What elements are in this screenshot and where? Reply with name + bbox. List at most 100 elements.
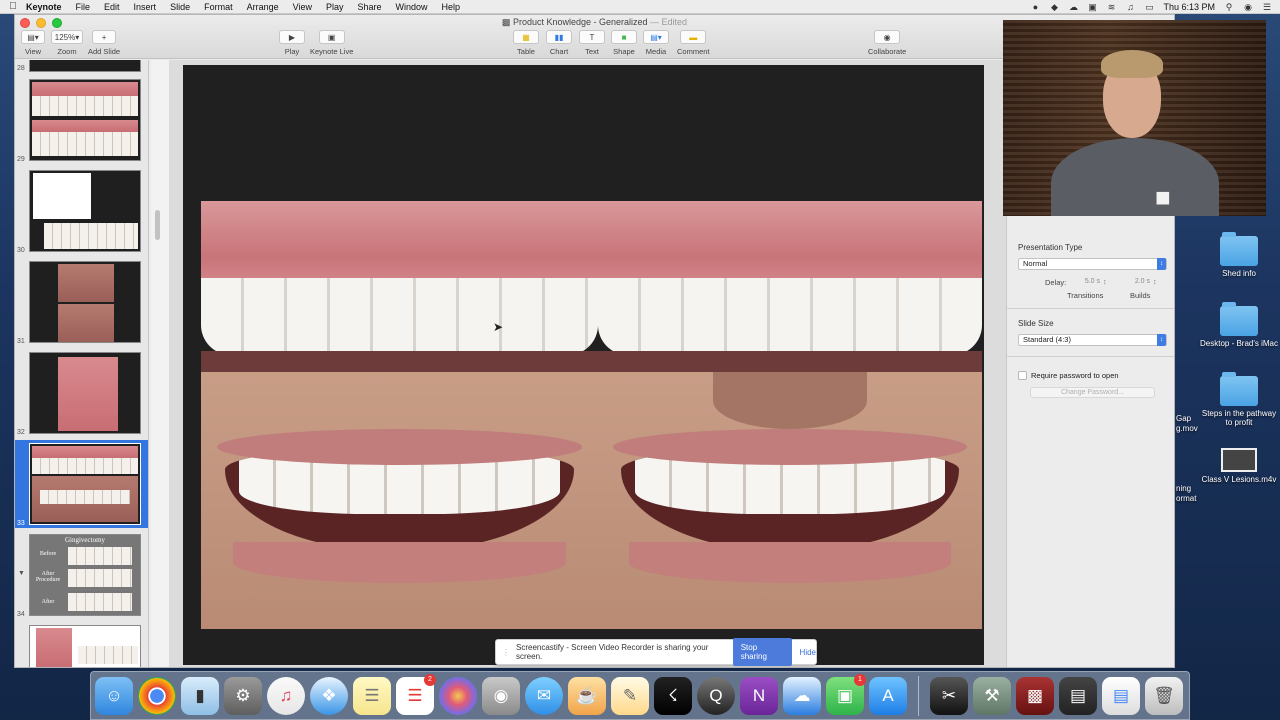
menu-help[interactable]: Help — [442, 2, 461, 12]
spotlight-icon[interactable]: ⚲ — [1224, 2, 1234, 12]
user-icon[interactable]: ◉ — [1243, 2, 1253, 12]
media-tool[interactable]: ▤▾ Media — [643, 30, 669, 56]
final-cut-pro-icon[interactable]: ✂ — [930, 676, 968, 715]
menu-share[interactable]: Share — [358, 2, 382, 12]
partial-desktop-label[interactable]: g.mov — [1176, 424, 1198, 433]
after-teeth-closeup-photo[interactable] — [598, 201, 982, 372]
disclosure-triangle-icon[interactable]: ▼ — [18, 570, 25, 577]
trash-icon[interactable]: 🗑 — [1145, 676, 1183, 715]
apple-icon[interactable]:  — [0, 1, 26, 12]
play-tool[interactable]: ▶ Play — [279, 30, 305, 56]
before-smile-photo[interactable] — [201, 372, 598, 629]
desktop-icon-shed-info[interactable]: Shed info — [1199, 232, 1279, 278]
reminders-icon[interactable]: ☰ 2 — [396, 673, 436, 715]
slide-thumbnail-33[interactable] — [29, 443, 141, 525]
wifi-icon[interactable]: ≋ — [1106, 2, 1116, 12]
desktop-icon-brads-imac[interactable]: Desktop - Brad's iMac — [1199, 302, 1279, 348]
before-teeth-closeup-photo[interactable] — [201, 201, 598, 372]
menu-insert[interactable]: Insert — [134, 2, 157, 12]
notification-center-icon[interactable]: ☰ — [1262, 2, 1272, 12]
slide-thumbnail-32[interactable] — [29, 352, 141, 434]
stop-sharing-button[interactable]: Stop sharing — [732, 638, 792, 666]
slide-size-select[interactable]: Standard (4:3) ↕ — [1018, 334, 1167, 346]
drink-app-icon[interactable]: ☕ — [568, 676, 606, 715]
view-sidebar-icon[interactable]: ▤▾ — [21, 30, 45, 44]
evernote-icon[interactable]: ● — [1030, 2, 1040, 12]
stepper-arrows-icon[interactable]: ↕ — [1153, 277, 1157, 286]
keynote-icon[interactable]: ▮ — [181, 676, 219, 715]
chrome-icon[interactable] — [138, 676, 176, 715]
slide-thumbnail-28[interactable] — [29, 60, 141, 72]
app-store-icon[interactable]: A — [869, 676, 907, 715]
volume-icon[interactable]: ♫ — [1125, 2, 1135, 12]
pages-icon[interactable]: ✎ — [611, 676, 649, 715]
photos-icon[interactable] — [439, 676, 477, 715]
messages-icon[interactable]: ✉ — [525, 676, 563, 715]
display-icon[interactable]: ▣ — [1087, 2, 1097, 12]
current-slide[interactable]: ➤ — [183, 65, 984, 665]
notes-icon[interactable]: ☰ — [353, 676, 391, 715]
comment-tool[interactable]: ▬ Comment — [677, 30, 710, 56]
itunes-icon[interactable]: ♫ — [267, 676, 305, 715]
zoom-select[interactable]: 125% ▾ — [51, 30, 83, 44]
onenote-icon[interactable]: N — [740, 676, 778, 715]
add-slide-icon[interactable]: + — [92, 30, 117, 44]
play-icon[interactable]: ▶ — [279, 30, 305, 44]
table-tool[interactable]: ▦ Table — [513, 30, 539, 56]
require-password-checkbox[interactable] — [1018, 371, 1027, 380]
menu-window[interactable]: Window — [396, 2, 428, 12]
photo-stack-icon[interactable]: ▩ — [1016, 676, 1054, 715]
menu-format[interactable]: Format — [204, 2, 233, 12]
stepper-arrows-icon[interactable]: ↕ — [1103, 277, 1107, 286]
desktop-icon-class-v-lesions[interactable]: Class V Lesions.m4v — [1199, 448, 1279, 484]
onedrive-icon[interactable]: ☁ — [783, 676, 821, 715]
navigator-scrollbar[interactable] — [151, 60, 169, 667]
text-icon[interactable]: T — [579, 30, 605, 44]
keynote-live-icon[interactable]: ▣ — [318, 30, 345, 44]
slide-navigator[interactable]: 28 29 30 31 32 33 ▼ Gingivectomy Before … — [15, 60, 149, 667]
menu-edit[interactable]: Edit — [104, 2, 120, 12]
cloud-icon[interactable]: ☁ — [1068, 2, 1078, 12]
grip-icon[interactable]: ⋮ — [502, 648, 510, 657]
finder-icon[interactable]: ☺ — [95, 676, 133, 715]
text-tool[interactable]: T Text — [579, 30, 605, 56]
media-icon[interactable]: ▤▾ — [643, 30, 669, 44]
shape-icon[interactable]: ■ — [611, 30, 637, 44]
view-tool[interactable]: ▤▾ View — [21, 30, 45, 56]
keynote-live-tool[interactable]: ▣ Keynote Live — [310, 30, 353, 56]
image-capture-icon[interactable]: ◉ — [482, 676, 520, 715]
partial-desktop-label[interactable]: ormat — [1176, 494, 1196, 503]
hide-banner-link[interactable]: Hide — [800, 648, 816, 657]
partial-desktop-label[interactable]: Gap — [1176, 414, 1191, 423]
clock[interactable]: Thu 6:13 PM — [1163, 2, 1215, 12]
menu-play[interactable]: Play — [326, 2, 344, 12]
chart-icon[interactable]: ▮▮ — [546, 30, 572, 44]
desktop-icon-steps-pathway[interactable]: Steps in the pathway to profit — [1199, 372, 1279, 427]
partial-desktop-label[interactable]: ning — [1176, 484, 1191, 493]
scrollbar-thumb[interactable] — [155, 210, 160, 240]
menu-slide[interactable]: Slide — [170, 2, 190, 12]
shape-tool[interactable]: ■ Shape — [611, 30, 637, 56]
facetime-icon[interactable]: ▣ 1 — [826, 673, 866, 715]
presentation-type-select[interactable]: Normal ↕ — [1018, 258, 1167, 270]
menu-view[interactable]: View — [293, 2, 312, 12]
system-preferences-icon[interactable]: ⚙ — [224, 676, 262, 715]
slide-thumbnail-30[interactable] — [29, 170, 141, 252]
add-slide-tool[interactable]: + Add Slide — [88, 30, 120, 56]
menu-app-name[interactable]: Keynote — [26, 2, 62, 12]
after-smile-photo[interactable] — [598, 372, 982, 629]
change-password-button[interactable]: Change Password... — [1030, 387, 1155, 398]
chart-tool[interactable]: ▮▮ Chart — [546, 30, 572, 56]
builds-delay-stepper[interactable]: 2.0 s — [1115, 277, 1151, 287]
zoom-tool[interactable]: 125% ▾ Zoom — [51, 30, 83, 56]
comment-icon[interactable]: ▬ — [680, 30, 707, 44]
slide-thumbnail-34[interactable]: Gingivectomy Before After Procedure Afte… — [29, 534, 141, 616]
collaborate-tool[interactable]: ◉ Collaborate — [868, 30, 906, 56]
slide-canvas[interactable]: ➤ ⋮ Screencastify - Screen Video Recorde… — [169, 60, 1018, 667]
transitions-delay-stepper[interactable]: 5.0 s — [1065, 277, 1101, 287]
safari-icon[interactable]: ❖ — [310, 676, 348, 715]
kindle-icon[interactable]: ☇ — [654, 676, 692, 715]
documents-stack-icon[interactable]: ▤ — [1102, 676, 1140, 715]
utility-app-icon[interactable]: ⚒ — [973, 676, 1011, 715]
downloads-stack-icon[interactable]: ▤ — [1059, 676, 1097, 715]
